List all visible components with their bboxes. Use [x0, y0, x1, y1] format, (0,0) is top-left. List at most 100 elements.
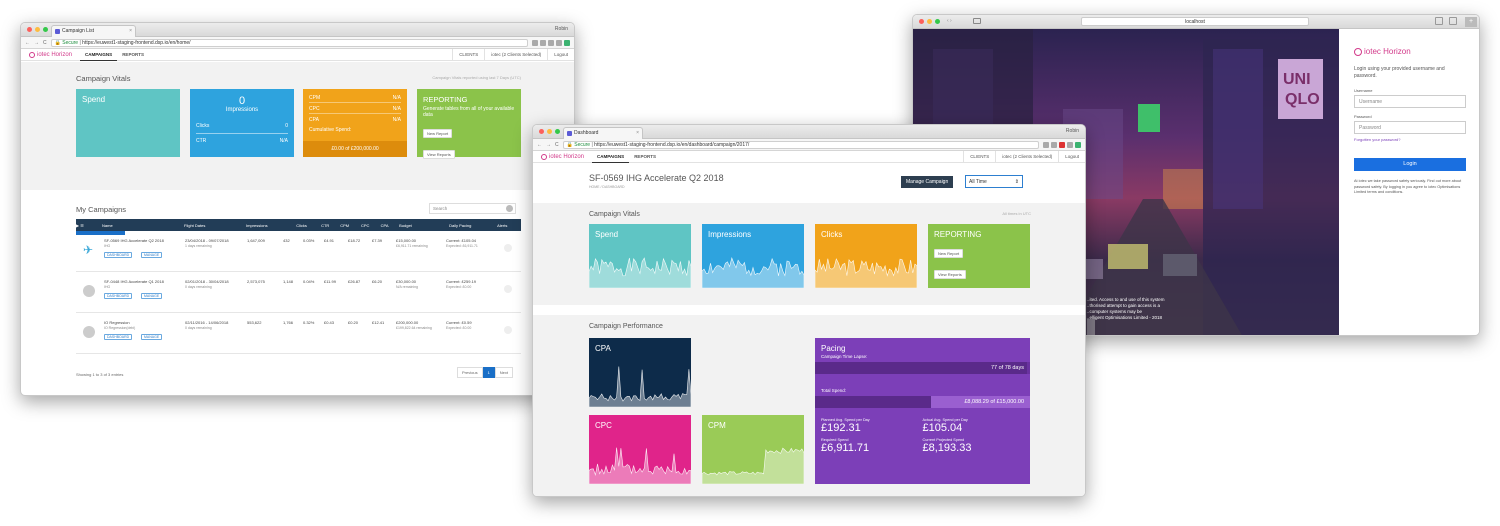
logo[interactable]: iotec Horizon	[541, 153, 584, 160]
cost-card[interactable]: CPM N/A CPC N/A CPA N/A Cumulative Spend: £…	[303, 89, 407, 157]
header-budget[interactable]: Budget	[399, 219, 449, 231]
back-icon[interactable]: ←	[25, 40, 30, 46]
clicks-card[interactable]: Clicks	[815, 224, 917, 288]
window-controls[interactable]	[539, 129, 560, 134]
address-bar: ← → C 🔒 Secure | https://euwest1-staging-f…	[533, 139, 1085, 151]
client-selector[interactable]: iotec (2 Clients Selected)	[995, 150, 1058, 163]
nav-clients[interactable]: CLIENTS	[452, 48, 484, 61]
header-ctr[interactable]: CTR	[321, 219, 340, 231]
header-alerts[interactable]: Alerts	[497, 219, 521, 231]
nav-campaigns[interactable]: CAMPAIGNS	[592, 151, 630, 163]
url-field[interactable]: 🔒 Secure | https://euwest1-staging-front…	[562, 140, 1039, 149]
manage-button[interactable]: MANAGE	[141, 252, 163, 258]
cpa-card[interactable]: CPA	[589, 338, 691, 407]
impressions-label: Impressions	[225, 107, 259, 113]
nav-clients[interactable]: CLIENTS	[963, 150, 995, 163]
reload-icon[interactable]: C	[555, 142, 559, 148]
browser-tab[interactable]: Dashboard ×	[563, 127, 643, 139]
new-tab-icon[interactable]: +	[1465, 17, 1477, 27]
close-icon[interactable]: ×	[636, 128, 639, 139]
forward-icon[interactable]: →	[34, 40, 39, 46]
login-button[interactable]: Login	[1354, 158, 1466, 171]
forgot-password-link[interactable]: Forgotten your password?	[1354, 137, 1466, 142]
page-1-button[interactable]: 1	[482, 367, 495, 378]
dashboard-button[interactable]: DASHBOARD	[104, 334, 133, 340]
logout-link[interactable]: Logout	[547, 48, 574, 61]
table-row[interactable]: SF-0448 IHG Accelerate Q1 2018 02/01/2018…	[76, 272, 521, 313]
alert-icon[interactable]	[504, 285, 512, 293]
header-name[interactable]: Name	[102, 219, 184, 231]
cpm-card[interactable]: CPM	[702, 415, 804, 484]
tabs-icon[interactable]	[1449, 17, 1457, 25]
clicks-label: Clicks	[196, 123, 210, 129]
manage-campaign-button[interactable]: Manage Campaign	[901, 176, 954, 188]
cell-cpa: £6.20	[372, 279, 383, 284]
header-clicks[interactable]: Clicks	[296, 219, 321, 231]
nav-reports[interactable]: REPORTS	[117, 49, 149, 61]
sidebar-icon[interactable]	[973, 18, 981, 24]
previous-button[interactable]: Previous	[457, 367, 483, 378]
dashboard-button[interactable]: DASHBOARD	[104, 252, 133, 258]
table-row[interactable]: IO Regression 02/11/2016 - 14/06/2018 553,…	[76, 313, 521, 354]
cell-flight-dates: 02/11/2016 - 14/06/2018	[185, 320, 229, 325]
manage-button[interactable]: MANAGE	[141, 293, 163, 299]
spend-card[interactable]: Spend	[76, 89, 180, 157]
url-field[interactable]: localhost	[1081, 17, 1309, 26]
header-cpc[interactable]: CPC	[361, 219, 381, 231]
table-row[interactable]: ✈ SF-0569 IHG Accelerate Q2 2018 23/04/201…	[76, 231, 521, 272]
header-impressions[interactable]: Impressions	[246, 219, 296, 231]
campaign-list-window: Campaign List × Robin ← → C 🔒 Secure | http…	[20, 22, 575, 396]
logo[interactable]: iotec Horizon	[29, 51, 72, 58]
clicks-sparkline	[815, 258, 917, 288]
header-cpm[interactable]: CPM	[340, 219, 361, 231]
window-controls[interactable]	[919, 19, 940, 24]
client-selector[interactable]: iotec (2 Clients Selected)	[484, 48, 547, 61]
logout-link[interactable]: Logout	[1058, 150, 1085, 163]
time-lapse-label: Campaign Time Lapse:	[821, 354, 868, 359]
nav-campaigns[interactable]: CAMPAIGNS	[80, 49, 118, 61]
extension-icons[interactable]	[1043, 141, 1081, 148]
share-icon[interactable]	[1435, 17, 1443, 25]
extension-icons[interactable]	[532, 39, 570, 46]
back-icon[interactable]: ←	[537, 142, 542, 148]
profile-name[interactable]: Robin	[555, 26, 568, 32]
window-controls[interactable]	[27, 27, 48, 32]
clear-icon[interactable]	[506, 205, 513, 212]
date-range-select[interactable]: All Time ⇕	[965, 175, 1023, 188]
cpc-sparkline	[589, 447, 691, 484]
close-icon[interactable]: ×	[129, 26, 132, 37]
profile-name[interactable]: Robin	[1066, 128, 1079, 134]
new-report-button[interactable]: New Report	[934, 249, 964, 258]
view-reports-button[interactable]: View Reports	[934, 270, 966, 279]
header-cpa[interactable]: CPA	[381, 219, 399, 231]
search-input[interactable]: Search	[429, 203, 516, 214]
cell-subtext: IHG	[104, 244, 111, 248]
spend-card[interactable]: Spend	[589, 224, 691, 288]
next-button[interactable]: Next	[494, 367, 514, 378]
alert-icon[interactable]	[504, 244, 512, 252]
nav-reports[interactable]: REPORTS	[629, 151, 661, 163]
username-field[interactable]: Username	[1354, 95, 1466, 108]
reload-icon[interactable]: C	[43, 40, 47, 46]
total-spend-label: Total Spend:	[821, 388, 847, 393]
impressions-card[interactable]: Impressions	[702, 224, 804, 288]
alert-icon[interactable]	[504, 326, 512, 334]
header-daily-pacing[interactable]: Daily Pacing	[449, 219, 497, 231]
cpc-card[interactable]: CPC	[589, 415, 691, 484]
cell-flight-dates: 02/01/2018 - 30/04/2018	[185, 279, 229, 284]
back-icon[interactable]: ‹ ›	[947, 18, 952, 24]
view-reports-button[interactable]: View Reports	[423, 150, 455, 159]
browser-tab[interactable]: Campaign List ×	[51, 25, 136, 37]
forward-icon[interactable]: →	[546, 142, 551, 148]
new-report-button[interactable]: New Report	[423, 129, 453, 138]
login-intro: Login using your provided username and p…	[1354, 66, 1445, 79]
password-field[interactable]: Password	[1354, 121, 1466, 134]
url-field[interactable]: 🔒 Secure | https://euwest1-staging-front…	[50, 38, 528, 47]
impressions-card[interactable]: 0 Impressions Clicks 0 CTR N/A	[190, 89, 294, 157]
header-flight-dates[interactable]: Flight Dates	[184, 219, 246, 231]
cpa-label: CPA	[309, 117, 319, 123]
dashboard-button[interactable]: DASHBOARD	[104, 293, 133, 299]
play-icon[interactable]: ▶ ☰	[76, 219, 102, 231]
title-bar: Dashboard × Robin	[533, 125, 1085, 139]
manage-button[interactable]: MANAGE	[141, 334, 163, 340]
